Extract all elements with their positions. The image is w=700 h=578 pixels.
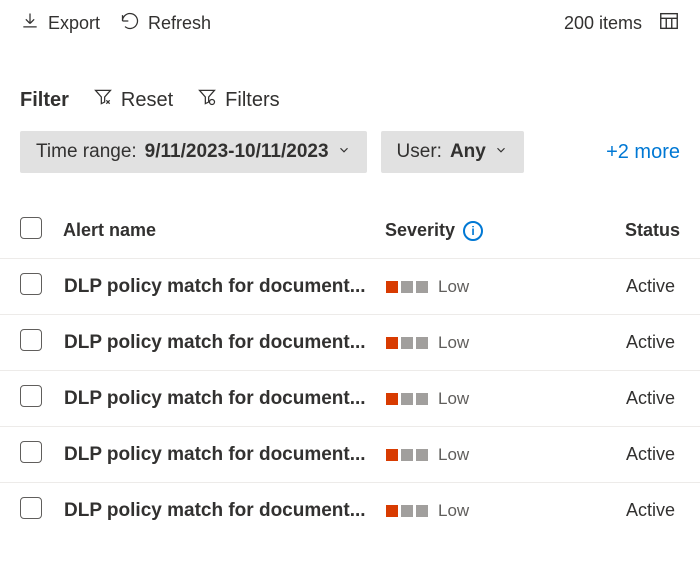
- user-pill-label: User:: [397, 141, 442, 163]
- info-icon[interactable]: i: [463, 221, 483, 241]
- status-cell: Active: [626, 276, 680, 297]
- severity-label: Low: [438, 277, 469, 297]
- severity-cell: Low: [386, 389, 626, 409]
- time-range-label: Time range:: [36, 141, 137, 163]
- refresh-button[interactable]: Refresh: [120, 11, 211, 36]
- time-range-pill[interactable]: Time range: 9/11/2023-10/11/2023: [20, 131, 367, 173]
- alert-name: DLP policy match for document...: [64, 332, 386, 354]
- table-row[interactable]: DLP policy match for document... Low Act…: [0, 482, 700, 538]
- refresh-icon: [120, 11, 140, 36]
- severity-cell: Low: [386, 333, 626, 353]
- table-row[interactable]: DLP policy match for document... Low Act…: [0, 426, 700, 482]
- download-icon: [20, 11, 40, 36]
- column-status[interactable]: Status: [625, 220, 680, 241]
- severity-label: Low: [438, 501, 469, 521]
- funnel-reset-icon: [93, 87, 113, 113]
- severity-cell: Low: [386, 501, 626, 521]
- filter-bar: Filter Reset Filters: [0, 49, 700, 131]
- filters-label: Filters: [225, 89, 279, 112]
- table-header: Alert name Severity i Status: [0, 183, 700, 258]
- severity-bars-icon: [386, 449, 428, 461]
- toolbar: Export Refresh 200 items: [0, 0, 700, 49]
- funnel-gear-icon: [197, 87, 217, 113]
- severity-cell: Low: [386, 277, 626, 297]
- user-pill[interactable]: User: Any: [381, 131, 524, 173]
- alert-name: DLP policy match for document...: [64, 276, 386, 298]
- severity-cell: Low: [386, 445, 626, 465]
- severity-bars-icon: [386, 337, 428, 349]
- export-button[interactable]: Export: [20, 11, 100, 36]
- user-pill-value: Any: [450, 141, 486, 163]
- row-checkbox-cell: [20, 273, 64, 300]
- refresh-label: Refresh: [148, 13, 211, 34]
- row-checkbox[interactable]: [20, 385, 42, 407]
- column-alert-name[interactable]: Alert name: [63, 220, 385, 241]
- severity-bars-icon: [386, 505, 428, 517]
- column-severity-label: Severity: [385, 220, 455, 241]
- severity-label: Low: [438, 389, 469, 409]
- more-filters-link[interactable]: +2 more: [606, 141, 680, 164]
- severity-bars-icon: [386, 281, 428, 293]
- row-checkbox[interactable]: [20, 329, 42, 351]
- table-row[interactable]: DLP policy match for document... Low Act…: [0, 370, 700, 426]
- row-checkbox[interactable]: [20, 273, 42, 295]
- filter-label: Filter: [20, 89, 69, 112]
- row-checkbox-cell: [20, 441, 64, 468]
- select-all-checkbox[interactable]: [20, 217, 42, 239]
- alert-name: DLP policy match for document...: [64, 444, 386, 466]
- toolbar-left: Export Refresh: [20, 11, 211, 36]
- row-checkbox-cell: [20, 329, 64, 356]
- time-range-value: 9/11/2023-10/11/2023: [145, 141, 329, 163]
- status-cell: Active: [626, 500, 680, 521]
- row-checkbox[interactable]: [20, 497, 42, 519]
- toolbar-right: 200 items: [564, 10, 680, 37]
- status-cell: Active: [626, 444, 680, 465]
- filter-pills: Time range: 9/11/2023-10/11/2023 User: A…: [0, 131, 700, 183]
- chevron-down-icon: [337, 141, 351, 163]
- row-checkbox[interactable]: [20, 441, 42, 463]
- row-checkbox-cell: [20, 385, 64, 412]
- severity-label: Low: [438, 445, 469, 465]
- export-label: Export: [48, 13, 100, 34]
- status-cell: Active: [626, 388, 680, 409]
- alert-name: DLP policy match for document...: [64, 500, 386, 522]
- reset-button[interactable]: Reset: [93, 87, 173, 113]
- table-row[interactable]: DLP policy match for document... Low Act…: [0, 258, 700, 314]
- reset-label: Reset: [121, 89, 173, 112]
- item-count: 200 items: [564, 13, 642, 34]
- column-severity[interactable]: Severity i: [385, 220, 625, 241]
- alert-name: DLP policy match for document...: [64, 388, 386, 410]
- columns-icon[interactable]: [658, 10, 680, 37]
- select-all-cell: [20, 217, 63, 244]
- severity-label: Low: [438, 333, 469, 353]
- status-cell: Active: [626, 332, 680, 353]
- chevron-down-icon: [494, 141, 508, 163]
- table-body: DLP policy match for document... Low Act…: [0, 258, 700, 538]
- severity-bars-icon: [386, 393, 428, 405]
- filters-button[interactable]: Filters: [197, 87, 279, 113]
- row-checkbox-cell: [20, 497, 64, 524]
- table-row[interactable]: DLP policy match for document... Low Act…: [0, 314, 700, 370]
